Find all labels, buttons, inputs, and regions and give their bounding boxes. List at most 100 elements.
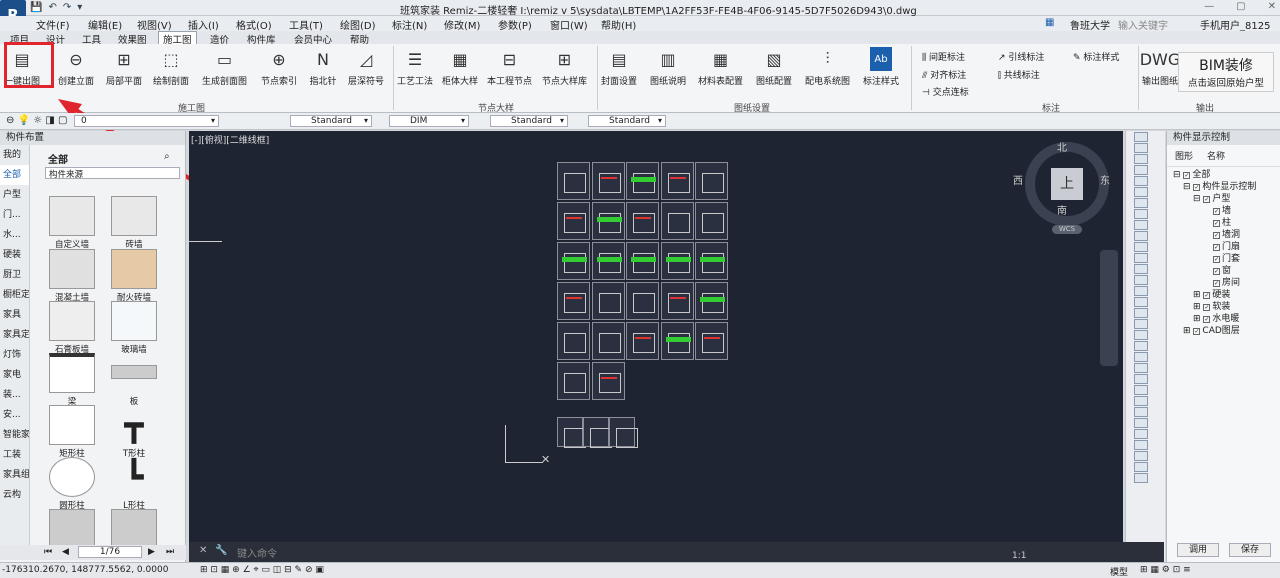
search-input[interactable]: 输入关键字 <box>1118 17 1168 32</box>
category-item[interactable]: 装... <box>0 385 29 405</box>
category-item[interactable]: 智能家居 <box>0 425 29 445</box>
tree-item[interactable]: ✓ 墙 <box>1173 205 1274 217</box>
category-item[interactable]: 安... <box>0 405 29 425</box>
category-item[interactable]: 家具组合 <box>0 465 29 485</box>
navigation-bar[interactable] <box>1100 250 1118 366</box>
drawing-sheet[interactable] <box>583 417 612 448</box>
drawing-canvas[interactable]: [-][俯视][二维线框] ✕ <box>189 131 1123 542</box>
menu-tools[interactable]: 工具(T) <box>289 17 323 32</box>
cabinet-detail-button[interactable]: ▦ 柜体大样 <box>442 47 478 88</box>
snap-toggles[interactable]: ⊞ ⊡ ▦ ⊕ ∠ ⌖ ▭ ◫ ⊟ ✎ ⊘ ▣ <box>200 565 324 575</box>
viewport-label[interactable]: [-][俯视][二维线框] <box>191 133 269 146</box>
source-filter[interactable]: 构件来源 <box>45 167 180 180</box>
drawing-sheet[interactable] <box>557 322 590 360</box>
grid-icon[interactable]: ▦ <box>1045 17 1054 28</box>
annot-style-button[interactable]: ✎ 标注样式 <box>1073 50 1119 63</box>
window-controls[interactable]: — ▢ ✕ <box>1204 1 1276 12</box>
drawing-sheet[interactable] <box>591 322 625 360</box>
drawing-sheet[interactable] <box>557 162 590 200</box>
category-item[interactable]: 家具定制 <box>0 325 29 345</box>
page-indicator[interactable]: 1/76 <box>78 546 142 558</box>
drawing-sheet[interactable] <box>695 242 728 280</box>
scale-indicator[interactable]: 1:1 <box>1012 551 1026 561</box>
depth-symbol-button[interactable]: ◿ 层深符号 <box>348 47 384 88</box>
drawing-sheet[interactable] <box>591 242 625 280</box>
drawing-sheet[interactable] <box>591 282 625 320</box>
drawing-sheet[interactable] <box>591 162 625 200</box>
tree-item[interactable]: ⊟ ✓ 户型 <box>1173 193 1274 205</box>
dim-style-dropdown[interactable]: DIM <box>389 115 469 127</box>
category-item[interactable]: 工装 <box>0 445 29 465</box>
menu-insert[interactable]: 插入(I) <box>188 17 219 32</box>
category-item[interactable]: 全部 <box>0 165 29 185</box>
component-item[interactable]: ┳ T形柱 <box>106 405 162 459</box>
tree-item[interactable]: ⊞ ✓ CAD图层 <box>1173 325 1274 337</box>
drawing-sheet[interactable] <box>660 322 694 360</box>
category-item[interactable]: 硬装 <box>0 245 29 265</box>
category-item[interactable]: 我的 <box>0 145 29 165</box>
search-icon[interactable]: ⌕ <box>164 151 170 162</box>
component-item[interactable]: 混凝土墙 <box>44 249 100 303</box>
compass-west[interactable]: 西 <box>1013 172 1023 187</box>
colinear-dim-button[interactable]: ⫿ 共线标注 <box>998 68 1040 81</box>
drawing-sheet[interactable] <box>557 282 590 320</box>
generate-section-button[interactable]: ▭ 生成剖面图 <box>202 47 247 88</box>
draw-toolbar[interactable] <box>1125 131 1165 562</box>
tree-item[interactable]: ⊟ ✓ 全部 <box>1173 169 1274 181</box>
drawing-sheet[interactable] <box>609 417 638 448</box>
school-label[interactable]: 鲁班大学 <box>1070 17 1110 32</box>
prev-page-icon[interactable]: ◀ <box>62 547 69 557</box>
drawing-sheet[interactable] <box>626 242 659 280</box>
compass-north[interactable]: 北 <box>1057 139 1067 154</box>
drawing-sheet[interactable] <box>660 202 694 240</box>
mleader-style-dropdown[interactable]: Standard <box>588 115 666 127</box>
save-button[interactable]: 保存 <box>1229 543 1271 557</box>
component-item[interactable]: 矩形柱 <box>44 405 100 459</box>
craft-method-button[interactable]: ☰ 工艺工法 <box>397 47 433 88</box>
component-item[interactable]: 玻璃墙 <box>106 301 162 355</box>
wrench-icon[interactable]: 🔧 <box>215 545 227 556</box>
drawing-sheet[interactable] <box>591 202 625 240</box>
view-cube[interactable]: 上 北 南 西 东 <box>1013 139 1110 226</box>
material-table-button[interactable]: ▦ 材料表配置 <box>698 47 743 88</box>
component-item[interactable]: 耐火砖墙 <box>106 249 162 303</box>
tree-item[interactable]: ✓ 窗 <box>1173 265 1274 277</box>
category-item[interactable]: 厨卫 <box>0 265 29 285</box>
draw-section-button[interactable]: ⬚ 绘制剖面 <box>153 47 189 88</box>
component-item[interactable]: 板 <box>106 353 162 407</box>
power-system-button[interactable]: ⫶ 配电系统图 <box>805 47 850 87</box>
command-input[interactable]: 键入命令 <box>237 545 277 560</box>
tab-construction[interactable]: 施工图 <box>158 31 197 46</box>
menu-format[interactable]: 格式(O) <box>236 17 272 32</box>
first-page-icon[interactable]: ⏮ <box>44 547 52 557</box>
drawing-sheet[interactable] <box>626 282 659 320</box>
tree-item[interactable]: ✓ 房间 <box>1173 277 1274 289</box>
category-item[interactable]: 家电 <box>0 365 29 385</box>
spacing-dim-button[interactable]: ⫼ 间距标注 <box>922 50 965 63</box>
component-item[interactable]: ┗ L形柱 <box>106 457 162 511</box>
menu-edit[interactable]: 编辑(E) <box>88 17 122 32</box>
menu-file[interactable]: 文件(F) <box>36 17 70 32</box>
node-index-button[interactable]: ⊕ 节点索引 <box>261 47 297 88</box>
model-tab[interactable]: 模型 <box>1110 565 1128 578</box>
drawing-sheet[interactable] <box>695 202 728 240</box>
tree-item[interactable]: ⊞ ✓ 水电暖 <box>1173 313 1274 325</box>
dim-style-button[interactable]: Ab 标注样式 <box>863 47 899 87</box>
tree-item[interactable]: ✓ 柱 <box>1173 217 1274 229</box>
component-item[interactable]: 砖墙 <box>106 196 162 250</box>
user-label[interactable]: 手机用户_8125 <box>1200 17 1270 32</box>
drawing-sheet[interactable] <box>626 162 659 200</box>
component-item[interactable]: 圆形柱 <box>44 457 100 511</box>
tree-item[interactable]: ⊟ ✓ 构件显示控制 <box>1173 181 1274 193</box>
close-cmd-icon[interactable]: ✕ <box>199 545 207 556</box>
drawing-sheet[interactable] <box>557 362 590 400</box>
drawing-sheet[interactable] <box>660 242 694 280</box>
menu-view[interactable]: 视图(V) <box>137 17 172 32</box>
menu-modify[interactable]: 修改(M) <box>444 17 480 32</box>
drawing-sheet[interactable] <box>660 282 694 320</box>
drawing-sheet[interactable] <box>695 282 728 320</box>
drawing-sheet[interactable] <box>591 362 625 400</box>
align-dim-button[interactable]: ⫻ 对齐标注 <box>922 68 966 81</box>
view-cube-top[interactable]: 上 <box>1051 168 1083 200</box>
menu-annotate[interactable]: 标注(N) <box>392 17 427 32</box>
